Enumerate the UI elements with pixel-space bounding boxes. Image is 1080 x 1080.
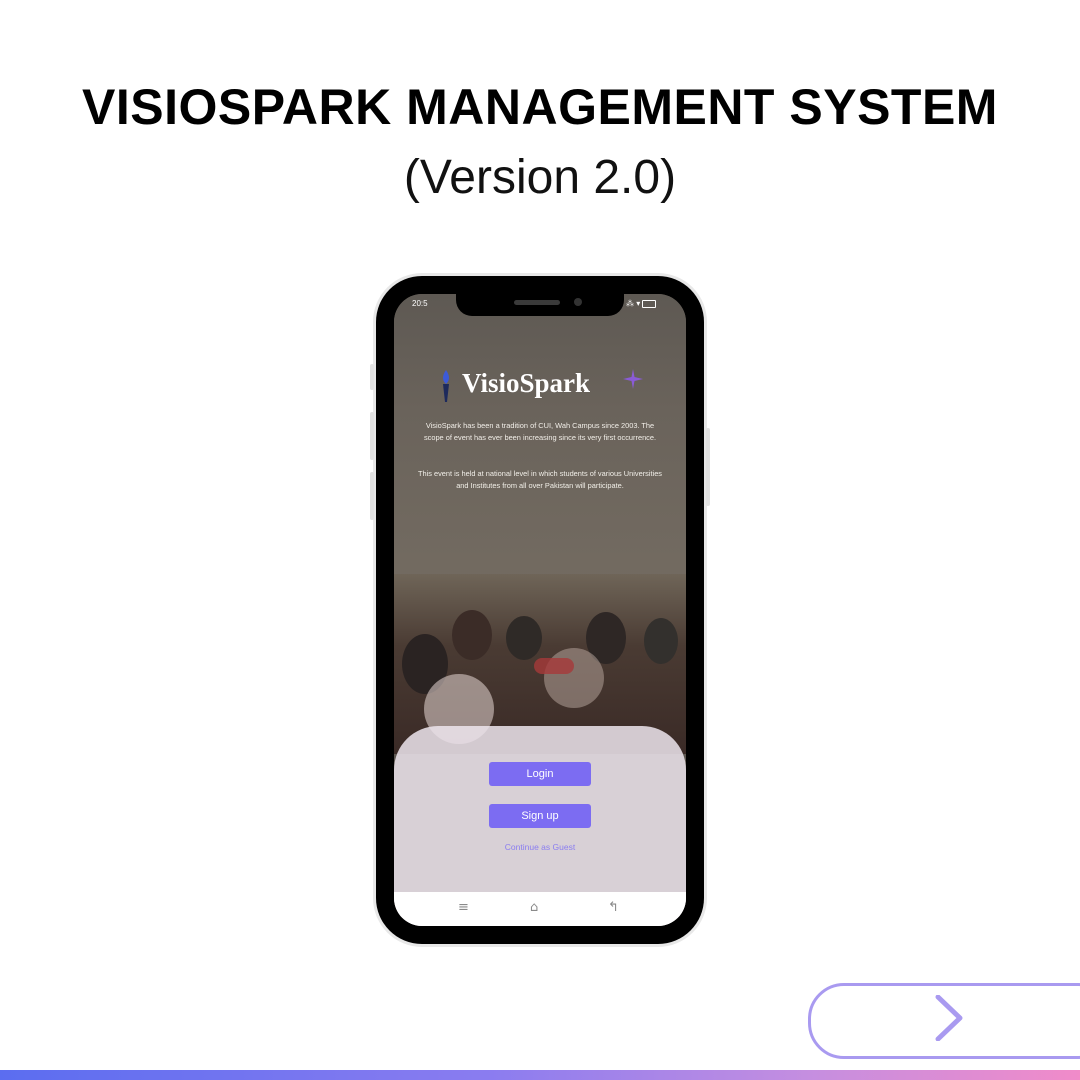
phone-notch [456, 294, 624, 316]
home-icon[interactable]: ⌂ [530, 900, 538, 915]
android-nav-bar: ≡ ⌂ ↰ [394, 892, 686, 926]
page-subtitle: (Version 2.0) [403, 151, 677, 204]
phone-screen: 20:5 ⁂ ▾ VisioSpark VisioSpark has been … [394, 294, 686, 926]
status-time: 20:5 [412, 299, 428, 308]
wifi-icon: ▾ [636, 299, 641, 308]
login-button[interactable]: Login [489, 762, 591, 786]
phone-camera [574, 298, 582, 306]
app-description-1: VisioSpark has been a tradition of CUI, … [423, 421, 657, 442]
back-icon[interactable]: ↰ [608, 900, 619, 915]
spark-icon [623, 369, 643, 389]
page-title: VISIOSPARK MANAGEMENT SYSTEM [82, 79, 998, 135]
continue-as-guest-link[interactable]: Continue as Guest [454, 842, 626, 852]
phone-volume-down-button [370, 472, 374, 520]
phone-side-button [370, 364, 374, 390]
logo-text: VisioSpark [462, 368, 591, 398]
torch-icon [443, 370, 449, 402]
signup-button[interactable]: Sign up [489, 804, 591, 828]
bottom-gradient-bar [0, 1070, 1080, 1080]
phone-speaker [514, 300, 560, 305]
visiospark-logo: VisioSpark [434, 368, 646, 404]
phone-power-button [706, 428, 710, 506]
signal-icon: ⁂ [626, 299, 634, 308]
phone-mockup: 20:5 ⁂ ▾ VisioSpark VisioSpark has been … [370, 276, 710, 944]
phone-volume-up-button [370, 412, 374, 460]
status-icons: ⁂ ▾ [626, 299, 657, 308]
chevron-right-icon [935, 995, 963, 1041]
app-description-2: This event is held at national level in … [417, 469, 662, 490]
menu-icon[interactable]: ≡ [458, 900, 469, 915]
battery-icon [642, 299, 657, 308]
